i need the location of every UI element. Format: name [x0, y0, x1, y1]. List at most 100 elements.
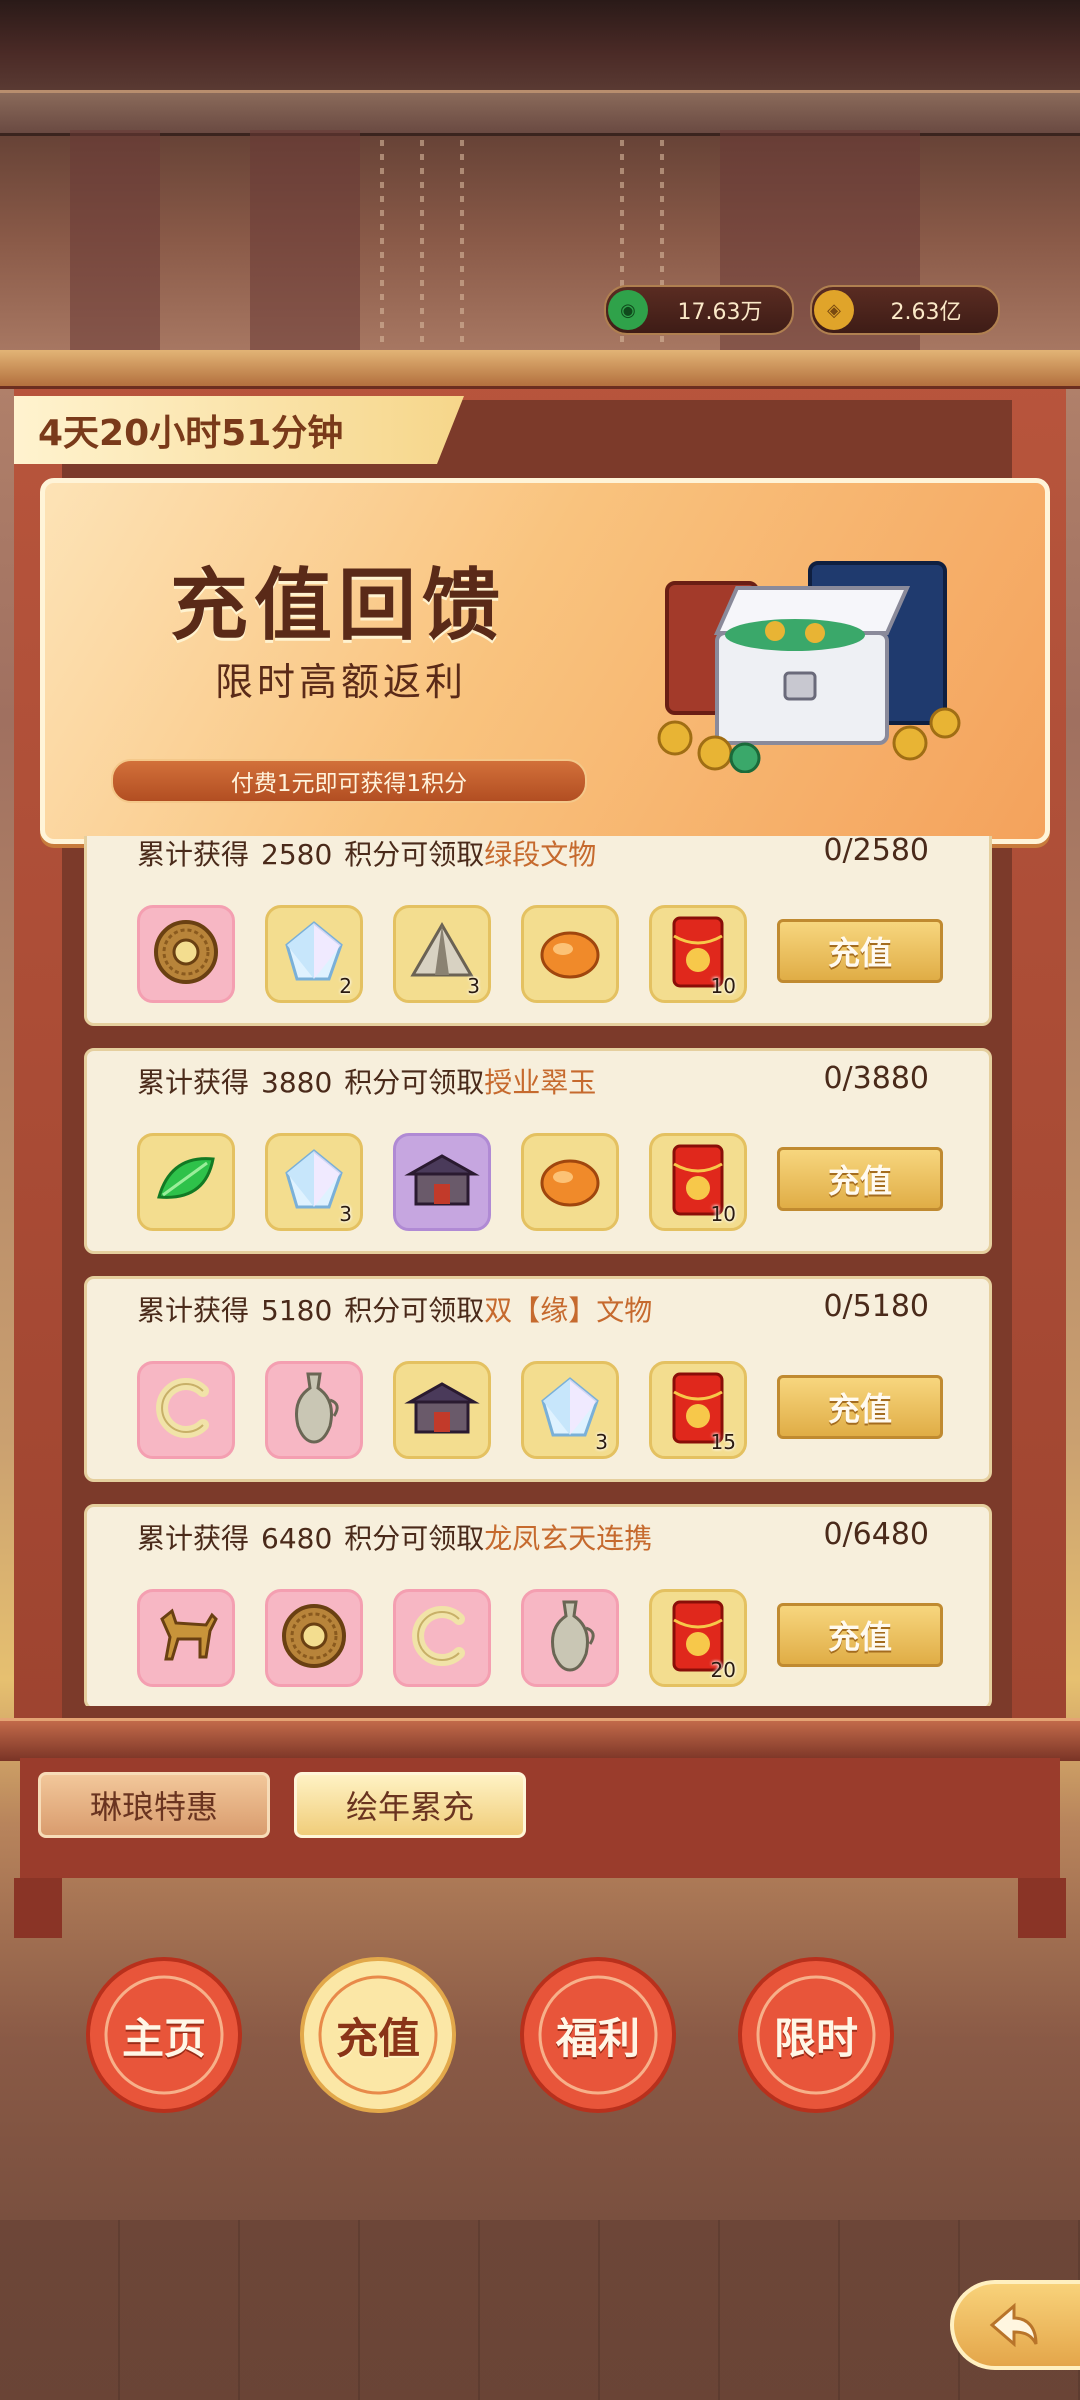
- reward-item[interactable]: 3: [521, 1361, 619, 1459]
- nav-label: 主页: [121, 2013, 206, 2063]
- jade-ring-icon: [407, 1601, 477, 1675]
- condition-reward: 绿段文物: [484, 838, 597, 871]
- card-condition: 累计获得 5180 积分可领取双【缘】文物: [137, 1289, 652, 1329]
- reward-card: 累计获得 3880 积分可领取授业翠玉 0/3880 3 10 充值: [84, 1048, 992, 1254]
- condition-reward: 授业翠玉: [484, 1066, 597, 1099]
- jade-ring-icon: [151, 1373, 221, 1447]
- jade-coin-icon: ◉: [608, 290, 648, 330]
- bronze-horse-icon: [150, 1601, 222, 1675]
- reward-card: 累计获得 6480 积分可领取龙凤玄天连携 0/6480 20 充值: [84, 1504, 992, 1706]
- reward-card: 累计获得 2580 积分可领取绿段文物 0/2580 2 3 10 充值: [84, 836, 992, 1026]
- building-icon: [404, 1148, 480, 1216]
- reward-item[interactable]: 10: [649, 905, 747, 1003]
- currency-gold[interactable]: ◈ 2.63亿: [810, 285, 1000, 335]
- reward-item[interactable]: [521, 1133, 619, 1231]
- nav-recharge-button[interactable]: 充值: [298, 1955, 458, 2115]
- banner-subtitle: 限时高额返利: [215, 660, 468, 704]
- item-count: 3: [467, 974, 480, 998]
- condition-reward: 双【缘】文物: [484, 1294, 653, 1327]
- card-progress: 0/2580: [823, 836, 929, 868]
- item-count: 10: [710, 1202, 736, 1226]
- reward-items: 20: [137, 1589, 747, 1687]
- nav-label: 限时: [773, 2013, 858, 2063]
- reward-item[interactable]: [137, 905, 235, 1003]
- card-condition: 累计获得 6480 积分可领取龙凤玄天连携: [137, 1517, 652, 1557]
- nav-label: 充值: [335, 2013, 420, 2063]
- item-count: 20: [710, 1658, 736, 1682]
- item-count: 15: [710, 1430, 736, 1454]
- reward-items: 3 15: [137, 1361, 747, 1459]
- reward-item[interactable]: [137, 1361, 235, 1459]
- reward-item[interactable]: 3: [393, 905, 491, 1003]
- bronze-disc-icon: [279, 1601, 349, 1675]
- condition-mid: 积分可领取: [344, 1294, 485, 1327]
- condition-points: 5180: [261, 1294, 333, 1327]
- reward-item[interactable]: [521, 905, 619, 1003]
- condition-mid: 积分可领取: [344, 1522, 485, 1555]
- reward-item[interactable]: [137, 1589, 235, 1687]
- card-condition: 累计获得 2580 积分可领取绿段文物: [137, 836, 596, 873]
- jade-leaf-icon: [151, 1145, 221, 1219]
- banner-title: 充值回馈: [170, 561, 507, 651]
- condition-mid: 积分可领取: [344, 1066, 485, 1099]
- condition-prefix: 累计获得: [137, 838, 250, 871]
- reward-item[interactable]: 15: [649, 1361, 747, 1459]
- condition-points: 2580: [261, 838, 333, 871]
- reward-item[interactable]: [137, 1133, 235, 1231]
- event-banner: 充值回馈 限时高额返利 付费1元即可获得1积分: [40, 478, 1050, 844]
- reward-item[interactable]: 2: [265, 905, 363, 1003]
- reward-item[interactable]: [521, 1589, 619, 1687]
- nav-label: 福利: [555, 2013, 640, 2063]
- recharge-button[interactable]: 充值: [777, 1375, 943, 1439]
- tab-cumulative-recharge[interactable]: 绘年累充: [294, 1772, 526, 1838]
- floor: [0, 2220, 1080, 2400]
- gold-coin-icon: ◈: [814, 290, 854, 330]
- reward-item[interactable]: [393, 1589, 491, 1687]
- bronze-disc-icon: [151, 917, 221, 991]
- reward-item[interactable]: 3: [265, 1133, 363, 1231]
- banner-rule: 付费1元即可获得1积分: [111, 759, 587, 803]
- reward-list[interactable]: 累计获得 2580 积分可领取绿段文物 0/2580 2 3 10 充值 累计获得 3880 积分可…: [84, 836, 992, 1706]
- amber-icon: [535, 917, 605, 991]
- recharge-button[interactable]: 充值: [777, 919, 943, 983]
- currency-jade[interactable]: ◉ 17.63万: [604, 285, 794, 335]
- condition-prefix: 累计获得: [137, 1066, 250, 1099]
- board-leg: [1018, 1878, 1066, 1938]
- condition-mid: 积分可领取: [344, 838, 485, 871]
- condition-points: 3880: [261, 1066, 333, 1099]
- back-arrow-icon: [989, 2302, 1038, 2348]
- nav-welfare-button[interactable]: 福利: [518, 1955, 678, 2115]
- reward-item[interactable]: [393, 1133, 491, 1231]
- reward-item[interactable]: [265, 1361, 363, 1459]
- condition-prefix: 累计获得: [137, 1522, 250, 1555]
- nav-limited-button[interactable]: 限时: [736, 1955, 896, 2115]
- nav-home-button[interactable]: 主页: [84, 1955, 244, 2115]
- reward-item[interactable]: 10: [649, 1133, 747, 1231]
- amber-icon: [535, 1145, 605, 1219]
- condition-reward: 龙凤玄天连携: [484, 1522, 653, 1555]
- building-icon: [404, 1376, 480, 1444]
- reward-items: 2 3 10: [137, 905, 747, 1003]
- reward-item[interactable]: [265, 1589, 363, 1687]
- card-progress: 0/6480: [823, 1517, 929, 1552]
- reward-card: 累计获得 5180 积分可领取双【缘】文物 0/5180 3 15 充值: [84, 1276, 992, 1482]
- back-button[interactable]: [950, 2280, 1080, 2370]
- board-leg: [14, 1878, 62, 1938]
- item-count: 10: [710, 974, 736, 998]
- reward-item[interactable]: [393, 1361, 491, 1459]
- vase-icon: [540, 1598, 600, 1678]
- treasure-chest-icon: [657, 561, 961, 773]
- reward-item[interactable]: 20: [649, 1589, 747, 1687]
- recharge-button[interactable]: 充值: [777, 1603, 943, 1667]
- currency-value: 17.63万: [677, 300, 763, 325]
- reward-items: 3 10: [137, 1133, 747, 1231]
- item-count: 3: [339, 1202, 352, 1226]
- recharge-button[interactable]: 充值: [777, 1147, 943, 1211]
- currency-value: 2.63亿: [890, 300, 962, 325]
- countdown-timer: 4天20小时51分钟: [14, 396, 464, 464]
- item-count: 2: [339, 974, 352, 998]
- tab-linlang-special[interactable]: 琳琅特惠: [38, 1772, 270, 1838]
- card-progress: 0/3880: [823, 1061, 929, 1096]
- condition-prefix: 累计获得: [137, 1294, 250, 1327]
- card-condition: 累计获得 3880 积分可领取授业翠玉: [137, 1061, 596, 1101]
